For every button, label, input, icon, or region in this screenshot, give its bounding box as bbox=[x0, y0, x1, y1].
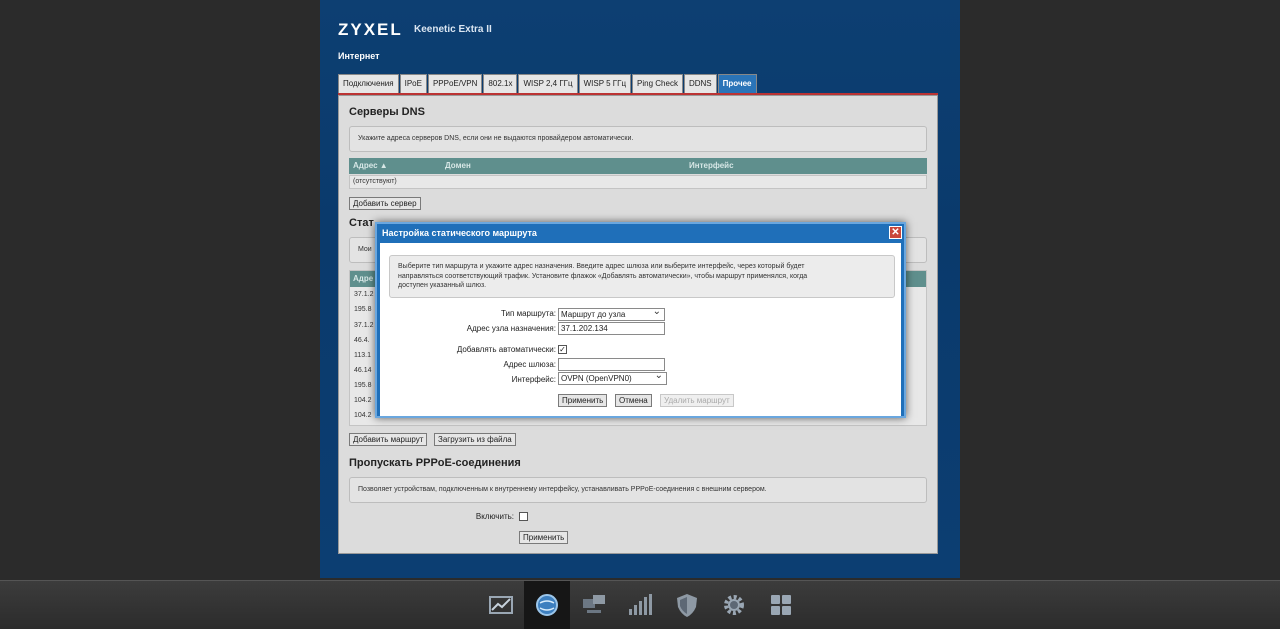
dest-address-input[interactable]: 37.1.202.134 bbox=[558, 322, 665, 335]
chart-icon[interactable] bbox=[487, 591, 515, 619]
apps-icon[interactable] bbox=[767, 591, 795, 619]
auto-add-checkbox[interactable]: ✓ bbox=[558, 345, 567, 354]
auto-add-label: Добавлять автоматически: bbox=[456, 345, 556, 354]
close-icon[interactable]: ✕ bbox=[889, 226, 902, 239]
gateway-label: Адрес шлюза: bbox=[503, 360, 556, 369]
signal-icon[interactable] bbox=[626, 591, 654, 619]
interface-value: OVPN (OpenVPN0) bbox=[561, 374, 632, 383]
interface-label: Интерфейс: bbox=[511, 375, 556, 384]
route-type-value: Маршрут до узла bbox=[561, 310, 626, 319]
dialog-note-line: направляться соответствующий трафик. Уст… bbox=[398, 272, 808, 280]
dest-address-label: Адрес узла назначения: bbox=[466, 324, 556, 333]
delete-route-button[interactable]: Удалить маршрут bbox=[660, 394, 734, 407]
gear-icon[interactable] bbox=[720, 591, 748, 619]
interface-select[interactable]: OVPN (OpenVPN0) bbox=[558, 370, 667, 385]
static-route-dialog: Настройка статического маршрута ✕ Выбери… bbox=[375, 222, 906, 418]
dialog-note-line: Выберите тип маршрута и укажите адрес на… bbox=[398, 263, 805, 270]
dialog-title: Настройка статического маршрута bbox=[382, 228, 537, 238]
shield-icon[interactable] bbox=[673, 591, 701, 619]
taskbar bbox=[0, 580, 1280, 629]
route-type-label: Тип маршрута: bbox=[501, 309, 556, 318]
dialog-body: Выберите тип маршрута и укажите адрес на… bbox=[380, 243, 901, 416]
apply-button[interactable]: Применить bbox=[558, 394, 608, 407]
dialog-note: Выберите тип маршрута и укажите адрес на… bbox=[389, 255, 895, 298]
gateway-input[interactable] bbox=[558, 358, 665, 371]
cancel-button[interactable]: Отмена bbox=[615, 394, 652, 407]
globe-icon[interactable] bbox=[533, 591, 561, 619]
dialog-note-line: доступен указанный шлюз. bbox=[398, 282, 487, 289]
network-icon[interactable] bbox=[580, 591, 608, 619]
route-type-select[interactable]: Маршрут до узла bbox=[558, 306, 665, 321]
